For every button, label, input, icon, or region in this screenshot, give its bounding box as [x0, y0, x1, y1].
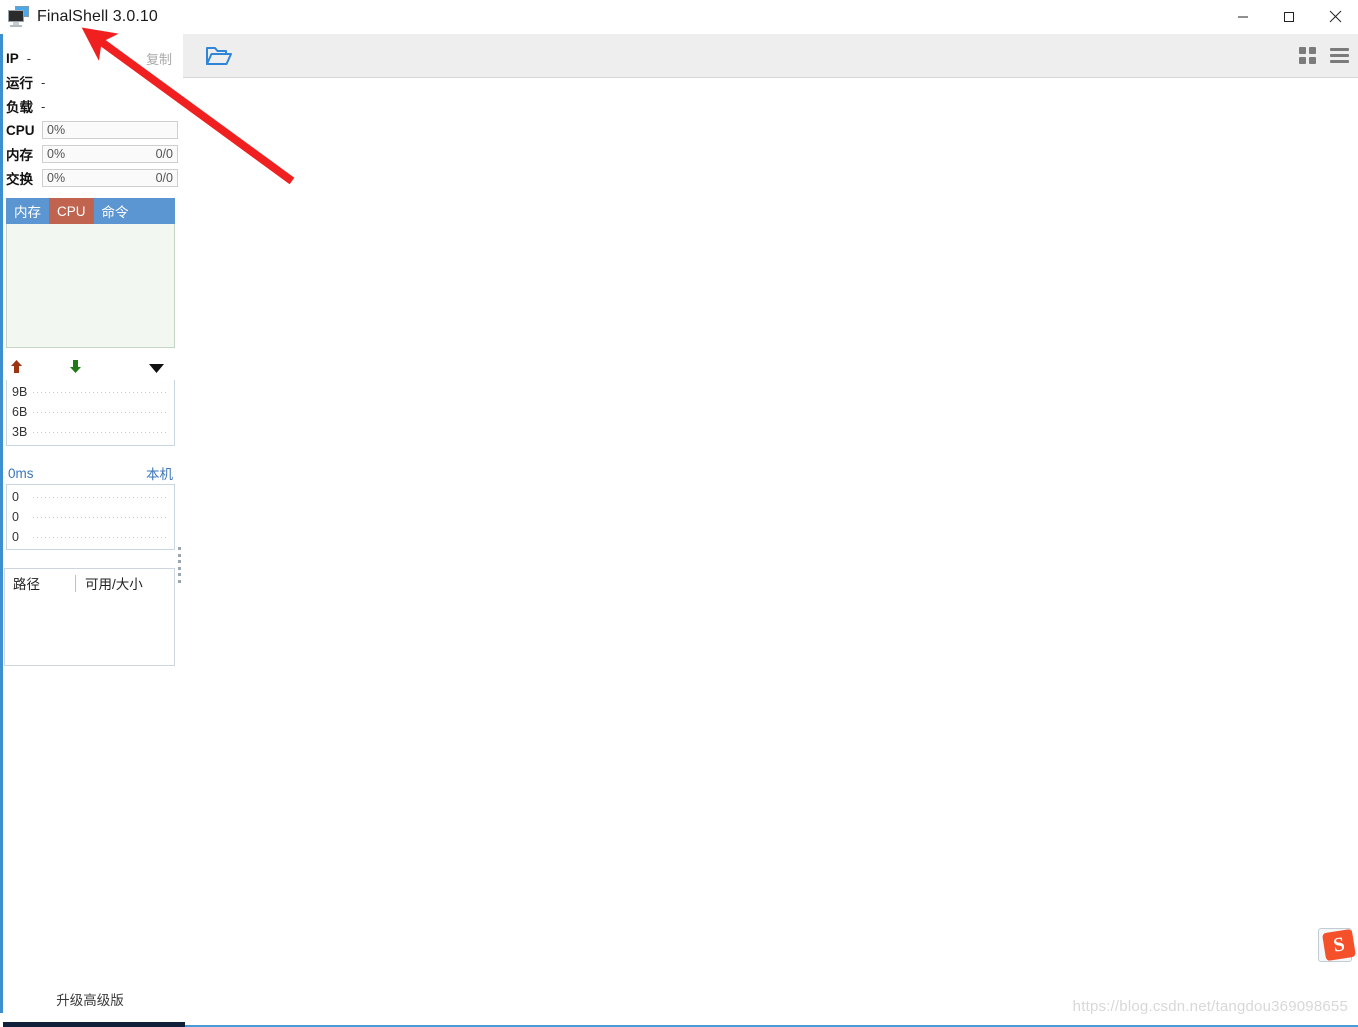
panel-splitter-handle[interactable]	[176, 547, 183, 583]
title-bar: FinalShell 3.0.10	[0, 0, 1358, 33]
ping-graph: 0 0 0	[6, 484, 175, 550]
list-view-icon	[1329, 48, 1349, 63]
ping-axis-row-1: 0	[7, 487, 174, 507]
info-row-ip: IP - 复制	[6, 46, 178, 70]
network-graph-header	[4, 356, 176, 380]
net-axis-tick-6b: 6B	[12, 405, 28, 419]
meter-row-swap: 交换 0% 0/0	[6, 166, 178, 190]
info-value-uptime: -	[41, 74, 46, 90]
info-label-uptime: 运行	[6, 76, 33, 91]
ping-axis-row-2: 0	[7, 507, 174, 527]
upgrade-link[interactable]: 升级高级版	[0, 989, 180, 1009]
info-value-load: -	[41, 98, 46, 114]
ping-axis-row-3: 0	[7, 527, 174, 547]
net-axis-tick-3b: 3B	[12, 425, 28, 439]
grid-view-icon	[1298, 47, 1316, 64]
meter-row-memory: 内存 0% 0/0	[6, 142, 178, 166]
ping-gridline-3	[33, 536, 168, 538]
maximize-button[interactable]	[1266, 0, 1312, 33]
disk-column-divider	[75, 574, 76, 592]
net-gridline-1	[33, 391, 168, 393]
tab-cpu[interactable]: CPU	[49, 198, 94, 224]
info-row-load: 负载 -	[6, 94, 178, 118]
disk-usage-panel: 路径 可用/大小	[4, 568, 175, 666]
disk-column-usage: 可用/大小	[85, 577, 143, 592]
ping-gridline-1	[33, 496, 168, 498]
main-content-area	[183, 77, 1358, 1025]
meter-label-cpu: CPU	[6, 122, 35, 138]
meter-percent-cpu: 0%	[47, 123, 66, 137]
ping-axis-tick-3: 0	[12, 530, 19, 544]
meter-bar-memory: 0% 0/0	[42, 145, 178, 163]
toolbar	[182, 34, 1358, 78]
open-folder-button[interactable]	[192, 36, 244, 76]
ping-axis-tick-1: 0	[12, 490, 19, 504]
meter-bar-swap: 0% 0/0	[42, 169, 178, 187]
upload-arrow-icon	[10, 359, 23, 377]
network-graph: 9B 6B 3B	[6, 380, 175, 446]
net-axis-row-3: 3B	[7, 422, 174, 442]
window-controls	[1220, 0, 1358, 33]
tab-command[interactable]: 命令	[93, 198, 137, 224]
ime-badge[interactable]: S	[1318, 928, 1358, 964]
net-gridline-3	[33, 431, 168, 433]
meter-percent-memory: 0%	[47, 147, 66, 161]
info-label-load: 负载	[6, 100, 33, 115]
toolbar-right-actions	[1292, 34, 1354, 77]
app-monitor-icon	[8, 5, 30, 28]
ping-latency-value: 0ms	[8, 465, 34, 481]
disk-column-path: 路径	[13, 577, 40, 592]
process-list-panel[interactable]	[6, 224, 175, 348]
close-icon	[1329, 10, 1341, 23]
meter-label-swap: 交换	[6, 172, 33, 187]
sogou-logo-icon: S	[1321, 928, 1357, 962]
net-axis-row-1: 9B	[7, 382, 174, 402]
ping-axis-tick-2: 0	[12, 510, 19, 524]
network-dropdown-icon[interactable]	[149, 361, 164, 376]
sidebar-accent-bar	[0, 34, 3, 1013]
grid-view-button[interactable]	[1292, 38, 1322, 74]
net-axis-row-2: 6B	[7, 402, 174, 422]
sidebar: IP - 复制 运行 - 负载 - CPU 0% 内存 0% 0/0 交换 0%…	[0, 34, 183, 1013]
tab-memory[interactable]: 内存	[6, 198, 49, 224]
close-button[interactable]	[1312, 0, 1358, 33]
minimize-button[interactable]	[1220, 0, 1266, 33]
net-axis-tick-9b: 9B	[12, 385, 28, 399]
info-label-ip: IP	[6, 50, 19, 66]
download-arrow-icon	[69, 359, 82, 377]
net-gridline-2	[33, 411, 168, 413]
ping-host-label[interactable]: 本机	[146, 463, 175, 483]
info-row-uptime: 运行 -	[6, 70, 178, 94]
meter-row-cpu: CPU 0%	[6, 118, 178, 142]
meter-detail-memory: 0/0	[155, 147, 173, 161]
info-value-ip: -	[26, 50, 32, 66]
window-title: FinalShell 3.0.10	[37, 7, 158, 25]
meter-percent-swap: 0%	[47, 171, 66, 185]
ping-graph-header: 0ms 本机	[6, 461, 175, 485]
ping-gridline-2	[33, 516, 168, 518]
maximize-icon	[1284, 11, 1294, 22]
meter-bar-cpu: 0%	[42, 121, 178, 139]
watermark-text: https://blog.csdn.net/tangdou369098655	[1072, 998, 1348, 1015]
copy-ip-link[interactable]: 复制	[146, 49, 172, 68]
process-tabs: 内存 CPU 命令	[6, 198, 175, 224]
bottom-status-bar	[3, 1022, 185, 1027]
meter-label-memory: 内存	[6, 148, 33, 163]
list-view-button[interactable]	[1324, 38, 1354, 74]
server-info-panel: IP - 复制 运行 - 负载 - CPU 0% 内存 0% 0/0 交换 0%…	[6, 46, 178, 190]
open-folder-icon	[205, 46, 232, 65]
disk-table-header: 路径 可用/大小	[5, 569, 174, 597]
meter-detail-swap: 0/0	[155, 171, 173, 185]
minimize-icon	[1238, 16, 1248, 17]
